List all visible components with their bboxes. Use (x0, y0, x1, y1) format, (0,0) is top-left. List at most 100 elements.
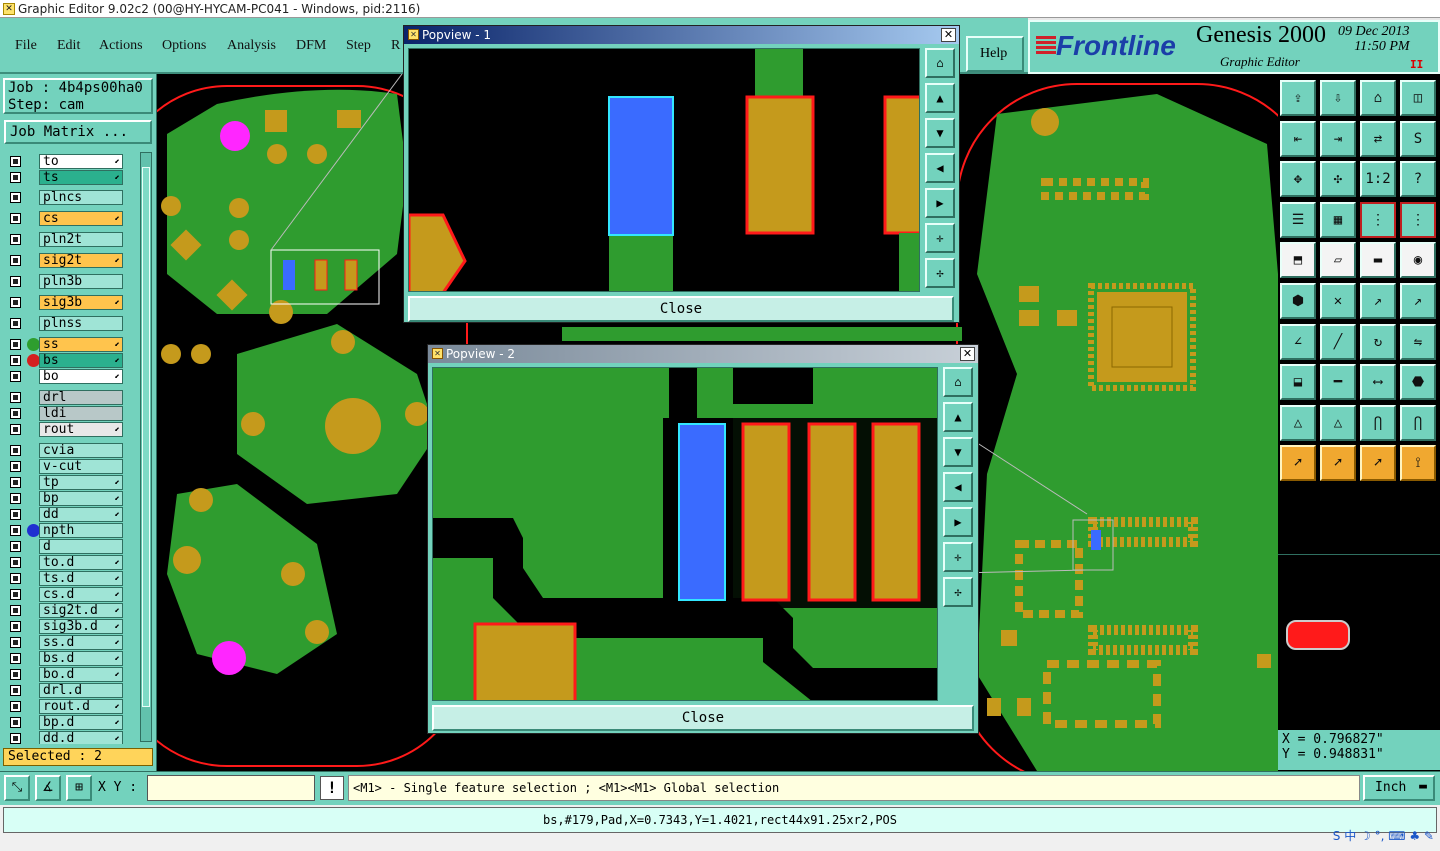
layer-name[interactable]: pln2t (39, 232, 123, 247)
tri-icon[interactable]: △ (1280, 404, 1316, 441)
layer-name[interactable]: ss ⬋ (39, 337, 123, 352)
line-add-icon[interactable]: ↗ (1360, 283, 1396, 319)
layer-checkbox[interactable] (10, 424, 21, 435)
pan-left-icon[interactable]: ◀ (925, 153, 955, 183)
pointer-icon[interactable]: ➚ (1280, 445, 1316, 482)
layer-name[interactable]: ts.d ⬋ (39, 571, 123, 586)
layer-name[interactable]: sig2t.d ⬋ (39, 603, 123, 618)
menu-analysis[interactable]: Analysis (227, 38, 276, 54)
layer-name[interactable]: drl (39, 390, 123, 405)
scale-icon[interactable]: 1:2 (1360, 161, 1396, 198)
measure-icon[interactable]: ∡ (35, 775, 61, 801)
layer-name[interactable]: bp ⬋ (39, 491, 123, 506)
menu-r[interactable]: R (391, 38, 400, 54)
popview-2-titlebar[interactable]: ✕ Popview - 2 ✕ (428, 345, 978, 363)
connect-icon[interactable]: ⬢ (1280, 283, 1316, 319)
cross-icon[interactable]: ✕ (1320, 283, 1356, 319)
layer-name[interactable]: to ⬋ (39, 154, 123, 169)
zoom-home-icon[interactable]: ⌂ (925, 48, 955, 78)
layer-name[interactable]: drl.d (39, 683, 123, 698)
home-icon[interactable]: ⌂ (1360, 80, 1396, 116)
zoom-home-icon[interactable]: ⌂ (943, 367, 973, 397)
layer-name[interactable]: rout.d ⬋ (39, 699, 123, 714)
layer-checkbox[interactable] (10, 156, 21, 167)
layer-row[interactable]: sig3b.d ⬋ (4, 619, 138, 634)
layer-name[interactable]: dd.d ⬋ (39, 731, 123, 744)
layer-row[interactable]: ldi (4, 406, 138, 421)
layer-row[interactable]: bp.d ⬋ (4, 715, 138, 730)
layer-name[interactable]: pln3b (39, 274, 123, 289)
layer-row[interactable]: rout.d ⬋ (4, 699, 138, 714)
layer-name[interactable]: rout ⬋ (39, 422, 123, 437)
layer-checkbox[interactable] (10, 477, 21, 488)
layer-name[interactable]: bo.d ⬋ (39, 667, 123, 682)
layer-name[interactable]: plncs (39, 190, 123, 205)
angle-icon[interactable]: ∠ (1280, 323, 1316, 360)
layer-checkbox[interactable] (10, 557, 21, 568)
layer-row[interactable]: cs.d ⬋ (4, 587, 138, 602)
slash-icon[interactable]: ╱ (1320, 323, 1356, 360)
system-tray[interactable]: S 中 ☽ °, ⌨ ♣ ✎ (1333, 827, 1434, 844)
layer-checkbox[interactable] (10, 589, 21, 600)
zoom-fit-icon[interactable]: ⇩ (1320, 80, 1356, 116)
layer-row[interactable]: cvia (4, 443, 138, 458)
layer-name[interactable]: to.d ⬋ (39, 555, 123, 570)
layer-row[interactable]: bp ⬋ (4, 491, 138, 506)
menu-step[interactable]: Step (346, 38, 371, 54)
menu-edit[interactable]: Edit (57, 38, 80, 54)
arc-a-icon[interactable]: ⋂ (1360, 404, 1396, 441)
layer-row[interactable]: ss.d ⬋ (4, 635, 138, 650)
arc-b-icon[interactable]: ⋂ (1400, 404, 1436, 441)
layer-row[interactable]: sig2t ⬋ (4, 253, 138, 268)
layer-row[interactable]: sig2t.d ⬋ (4, 603, 138, 618)
layer-name[interactable]: v-cut (39, 459, 123, 474)
pan-right-icon[interactable]: ▶ (925, 188, 955, 218)
layer-row[interactable]: ss ⬋ (4, 337, 138, 352)
layer-checkbox[interactable] (10, 461, 21, 472)
layer-row[interactable]: bo ⬋ (4, 369, 138, 384)
layer-row[interactable]: bo.d ⬋ (4, 667, 138, 682)
layer-row[interactable]: dd ⬋ (4, 507, 138, 522)
layer-row[interactable]: npth (4, 523, 138, 538)
layer-row[interactable]: dd.d ⬋ (4, 731, 138, 744)
zoom-out-icon[interactable]: ✢ (943, 577, 973, 607)
unit-selector[interactable]: Inch ▬ (1363, 775, 1435, 801)
layer-name[interactable]: ss.d ⬋ (39, 635, 123, 650)
layer-checkbox[interactable] (10, 637, 21, 648)
job-matrix-button[interactable]: Job Matrix ... (4, 120, 152, 144)
layer-row[interactable]: pln2t (4, 232, 138, 247)
pause-icon[interactable]: II (1410, 58, 1423, 71)
layer-row[interactable]: rout ⬋ (4, 422, 138, 437)
layer-name[interactable]: sig3b.d ⬋ (39, 619, 123, 634)
arc-icon[interactable]: ↻ (1360, 323, 1396, 360)
layer-name[interactable]: bp.d ⬋ (39, 715, 123, 730)
layer-checkbox[interactable] (10, 509, 21, 520)
help-button[interactable]: Help (966, 36, 1024, 72)
layer-checkbox[interactable] (10, 172, 21, 183)
layer-row[interactable]: drl.d (4, 683, 138, 698)
layer-checkbox[interactable] (10, 234, 21, 245)
zoom-out-icon[interactable]: ✢ (925, 258, 955, 288)
window-split-icon[interactable]: ◫ (1400, 80, 1436, 116)
snap-icon[interactable]: ⤡ (4, 775, 30, 801)
popview-1-titlebar[interactable]: ✕ Popview - 1 ✕ (404, 26, 959, 44)
layer-row[interactable]: bs ⬋ (4, 353, 138, 368)
zoom-home-icon[interactable]: ⇪ (1280, 80, 1316, 116)
layer-checkbox[interactable] (10, 701, 21, 712)
xy-input[interactable] (147, 775, 315, 801)
layer-name[interactable]: sig2t ⬋ (39, 253, 123, 268)
pan-down-icon[interactable]: ▼ (925, 118, 955, 148)
layer-row[interactable]: drl (4, 390, 138, 405)
layer-name[interactable]: d (39, 539, 123, 554)
layer-name[interactable]: cs ⬋ (39, 211, 123, 226)
line-edit-icon[interactable]: ↗ (1400, 283, 1436, 319)
layer-checkbox[interactable] (10, 605, 21, 616)
pan-up-icon[interactable]: ▲ (943, 402, 973, 432)
alert-icon[interactable]: ! (320, 776, 344, 800)
layer-row[interactable]: pln3b (4, 274, 138, 289)
net-alt-icon[interactable]: ⋮ (1400, 201, 1436, 238)
popview-1-close-button[interactable]: Close (408, 296, 954, 322)
layer-name[interactable]: sig3b ⬋ (39, 295, 123, 310)
layer-name[interactable]: cs.d ⬋ (39, 587, 123, 602)
layer-checkbox[interactable] (10, 392, 21, 403)
